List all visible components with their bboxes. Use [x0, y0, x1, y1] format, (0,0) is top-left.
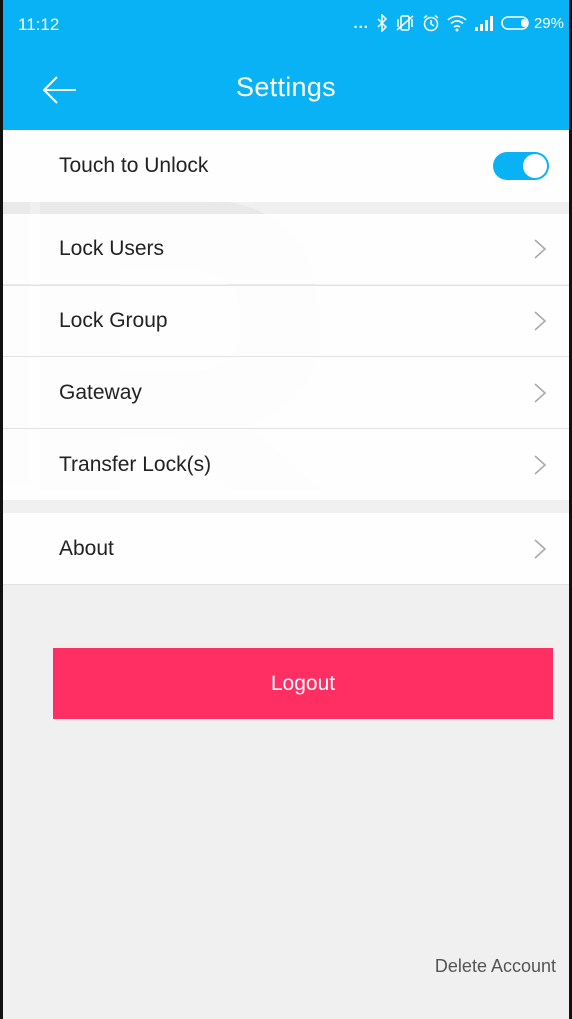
menu-item-lock-users[interactable]: Lock Users — [3, 214, 569, 284]
chevron-right-icon — [534, 538, 547, 559]
toggle-knob — [523, 154, 547, 178]
delete-account-link[interactable]: Delete Account — [435, 956, 556, 977]
more-dots-icon: ... — [353, 14, 369, 32]
menu-item-transfer-locks[interactable]: Transfer Lock(s) — [3, 429, 569, 500]
page-title: Settings — [236, 72, 336, 102]
wifi-icon — [447, 15, 467, 32]
divider — [3, 584, 569, 585]
menu-item-label: Lock Users — [59, 237, 165, 260]
menu-item-label: Gateway — [59, 380, 142, 404]
vibrate-icon — [396, 15, 414, 31]
status-icons: ... 29% — [353, 11, 564, 35]
menu-item-lock-group[interactable]: Lock Group — [3, 286, 569, 356]
chevron-right-icon — [534, 382, 547, 403]
status-time: 11:12 — [18, 15, 60, 34]
touch-to-unlock-toggle[interactable] — [493, 152, 549, 180]
battery-percent: 29% — [533, 14, 564, 32]
menu-item-about[interactable]: About — [3, 513, 569, 584]
bluetooth-icon — [377, 14, 388, 32]
menu-item-label: Lock Group — [59, 309, 168, 332]
alarm-icon — [423, 14, 439, 32]
frame-border — [0, 0, 3, 1019]
status-bar: 11:12 ... 29% — [0, 0, 572, 48]
menu-item-label: About — [59, 536, 114, 560]
battery-indicator: 29% — [501, 15, 564, 32]
logout-button[interactable]: Logout — [53, 648, 553, 719]
settings-screen: 11:12 ... 29% Settings Touch to Unlock L… — [0, 0, 572, 1019]
chevron-right-icon — [534, 311, 547, 331]
touch-to-unlock-row: Touch to Unlock — [3, 130, 569, 202]
chevron-right-icon — [534, 239, 547, 259]
menu-item-gateway[interactable]: Gateway — [3, 357, 569, 428]
chevron-right-icon — [534, 454, 547, 475]
signal-icon — [474, 16, 493, 31]
app-bar: Settings — [0, 48, 572, 130]
menu-item-label: Transfer Lock(s) — [59, 452, 212, 476]
touch-to-unlock-label: Touch to Unlock — [59, 154, 209, 177]
battery-icon — [501, 16, 529, 30]
